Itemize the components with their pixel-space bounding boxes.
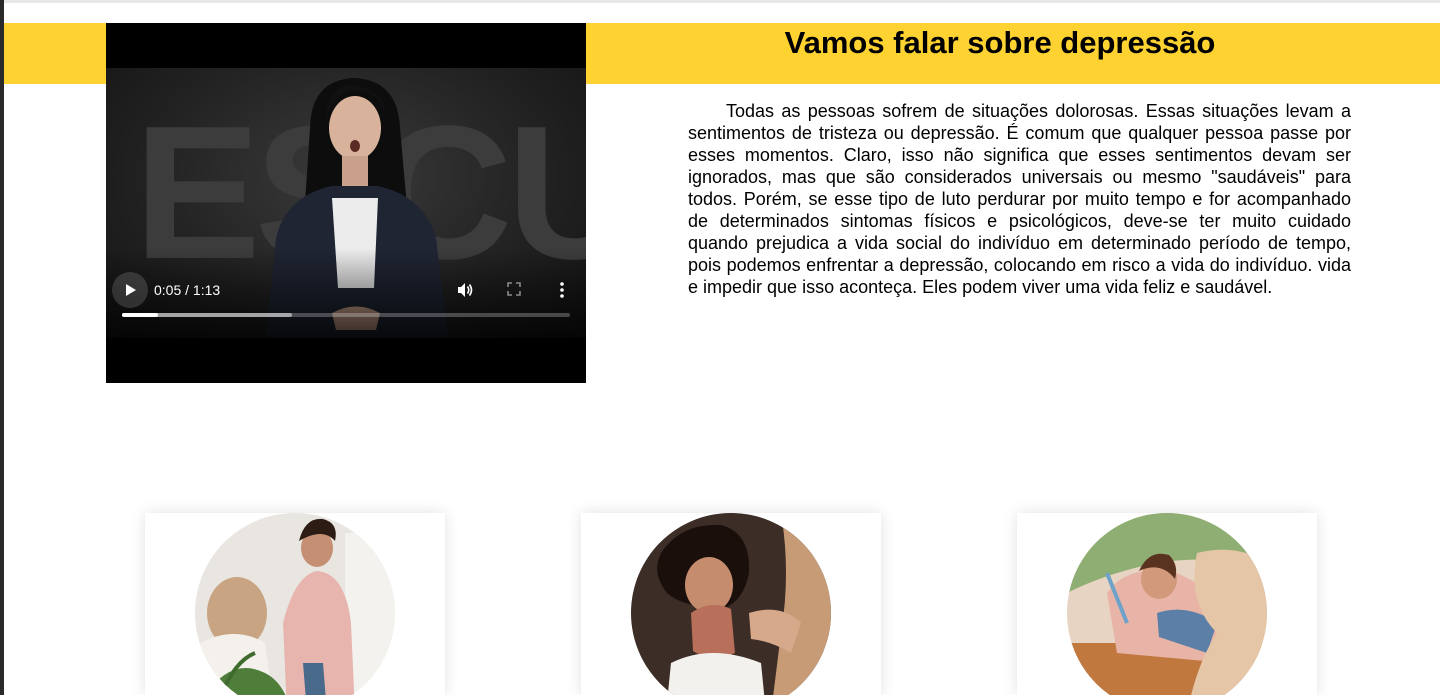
play-button[interactable]	[112, 272, 148, 308]
more-options-button[interactable]	[553, 280, 571, 300]
section-title: Vamos falar sobre depressão	[784, 25, 1216, 60]
photo-therapy-session	[1067, 513, 1267, 695]
photo-consoling-crying-woman	[195, 513, 395, 695]
video-played-bar	[122, 313, 158, 317]
fullscreen-button[interactable]	[506, 281, 522, 297]
video-controls: 0:05 / 1:13	[106, 271, 586, 311]
video-player[interactable]: ESCUTE 0:05 / 1:13	[106, 23, 586, 383]
play-icon	[126, 284, 136, 296]
image-card-2	[581, 513, 881, 695]
fullscreen-icon	[507, 282, 521, 296]
image-card-3	[1017, 513, 1317, 695]
volume-icon	[458, 283, 473, 297]
image-card-1	[145, 513, 445, 695]
top-border	[0, 0, 1440, 3]
window-edge	[0, 0, 4, 695]
volume-button[interactable]	[455, 280, 475, 300]
more-options-icon	[560, 282, 564, 298]
intro-paragraph: Todas as pessoas sofrem de situações dol…	[688, 101, 1351, 297]
video-progress-bar[interactable]	[122, 313, 570, 317]
video-time: 0:05 / 1:13	[154, 282, 221, 298]
photo-woman-crying-hands	[631, 513, 831, 695]
